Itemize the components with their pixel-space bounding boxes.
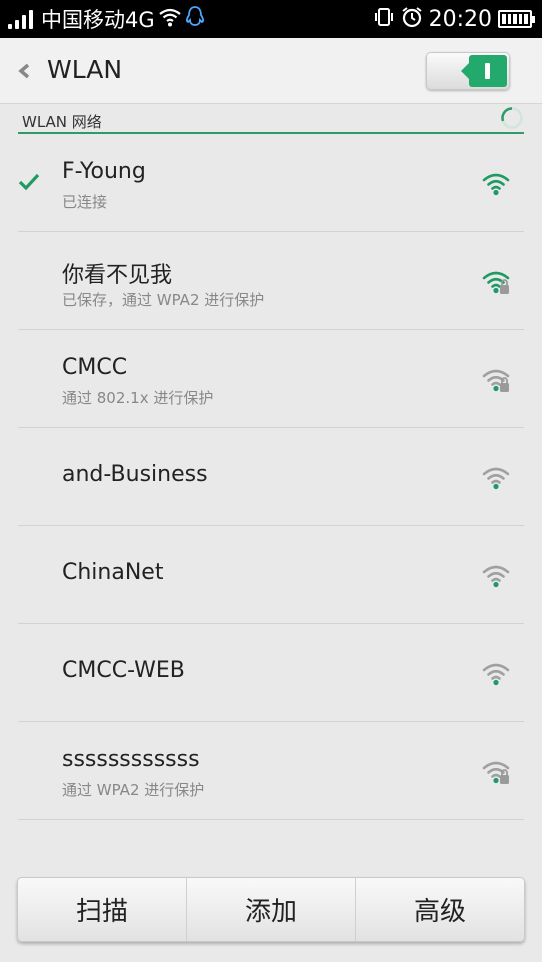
network-row[interactable]: CMCC-WEB [18, 624, 524, 722]
network-status: 通过 WPA2 进行保护 [62, 781, 205, 799]
header: WLAN [0, 38, 542, 104]
network-name: ssssssssssss [62, 747, 200, 772]
wlan-toggle[interactable] [426, 52, 510, 90]
network-name: 你看不见我 [62, 263, 173, 288]
network-row[interactable]: and-Business [18, 428, 524, 526]
network-row[interactable]: CMCC 通过 802.1x 进行保护 [18, 330, 524, 428]
network-row[interactable]: F-Young 已连接 [18, 134, 524, 232]
network-name: F-Young [62, 159, 146, 184]
checkmark-icon [18, 172, 40, 192]
alarm-icon [401, 6, 423, 32]
network-status: 已连接 [62, 193, 108, 211]
network-name: CMCC [62, 355, 128, 380]
qq-penguin-icon [185, 5, 205, 33]
page-title: WLAN [47, 55, 123, 84]
network-name: and-Business [62, 462, 208, 487]
advanced-button[interactable]: 高级 [355, 878, 524, 941]
wifi-signal-icon [481, 562, 511, 590]
network-row[interactable]: ChinaNet [18, 526, 524, 624]
scan-button[interactable]: 扫描 [18, 878, 186, 941]
wifi-signal-icon [481, 170, 511, 198]
network-status: 通过 802.1x 进行保护 [62, 389, 214, 407]
section-header: WLAN 网络 [18, 104, 524, 134]
toggle-on-indicator [461, 55, 507, 87]
battery-icon [498, 10, 535, 28]
back-icon[interactable] [16, 60, 36, 82]
wifi-signal-icon [481, 660, 511, 688]
section-label: WLAN 网络 [22, 113, 102, 131]
network-row[interactable]: 你看不见我已保存，通过 WPA2 进行保护 [18, 232, 524, 330]
network-list: F-Young 已连接你看不见我已保存，通过 WPA2 进行保护 CMCC 通过 80… [18, 134, 524, 820]
bottom-action-bar: 扫描 添加 高级 [17, 877, 525, 942]
wifi-signal-icon [481, 464, 511, 492]
clock: 20:20 [428, 6, 492, 32]
wifi-lock-icon [481, 366, 511, 394]
wifi-lock-icon [481, 268, 511, 296]
cell-signal-icon [8, 9, 33, 29]
wifi-lock-icon [481, 758, 511, 786]
status-bar: 中国移动4G 20:20 [0, 0, 542, 38]
add-button[interactable]: 添加 [186, 878, 355, 941]
network-name: CMCC-WEB [62, 658, 185, 683]
scanning-spinner-icon [501, 107, 523, 129]
carrier-label: 中国移动4G [41, 8, 155, 32]
network-status: 已保存，通过 WPA2 进行保护 [62, 291, 265, 309]
wifi-status-icon [158, 7, 181, 31]
vibrate-icon [373, 6, 395, 32]
network-row[interactable]: ssssssssssss 通过 WPA2 进行保护 [18, 722, 524, 820]
network-name: ChinaNet [62, 560, 164, 585]
